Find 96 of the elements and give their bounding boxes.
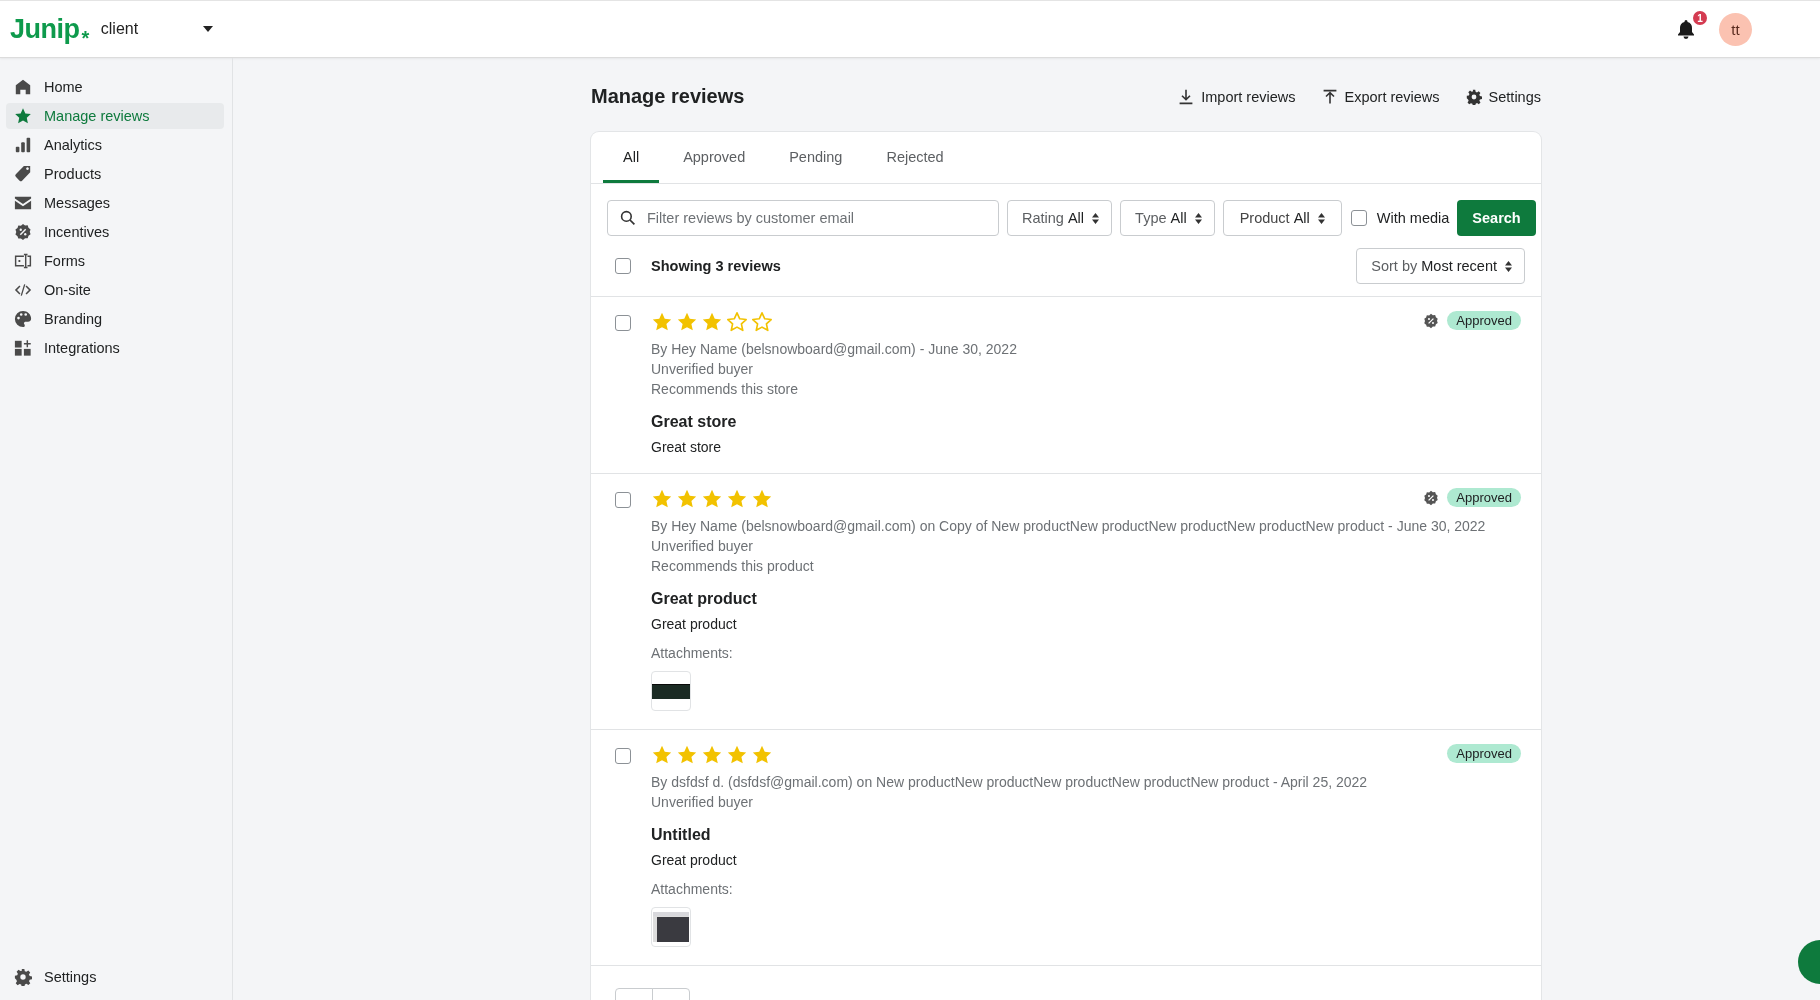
star-icon: [701, 744, 723, 766]
review-byline: By dsfdsf d. (dsfdsf@gmail.com) on New productNew productNew productNew productNew product - April 25, 2022: [651, 773, 1369, 792]
page-title: Manage reviews: [591, 85, 745, 108]
checkbox[interactable]: [1350, 210, 1367, 226]
status-badge: Approved: [1447, 744, 1521, 763]
junip-logo[interactable]: Junip*: [10, 13, 89, 45]
sort-arrows-icon: [1505, 260, 1512, 272]
settings-button[interactable]: Settings: [1465, 88, 1541, 105]
search-field[interactable]: Filter reviews by customer email: [607, 200, 999, 236]
star-icon: [751, 488, 773, 510]
buyer-status: Unverified buyer: [651, 537, 754, 556]
sidebar-item[interactable]: Forms: [6, 248, 224, 274]
sort-arrows-icon: [1194, 212, 1202, 224]
filter-tab[interactable]: All: [603, 132, 660, 183]
tag-icon: [14, 165, 32, 183]
review-title: Great product: [651, 590, 758, 608]
notifications-button[interactable]: [1675, 17, 1697, 41]
buyer-status: Unverified buyer: [651, 793, 754, 812]
attachments-label: Attachments:: [651, 645, 734, 661]
upload-icon: [1321, 88, 1338, 105]
sidebar-item[interactable]: Messages: [6, 190, 224, 216]
attachments-label: Attachments:: [651, 881, 734, 897]
home-icon: [14, 78, 32, 96]
sidebar-item[interactable]: Incentives: [6, 219, 224, 245]
form-icon: [14, 252, 32, 270]
star-icon: [651, 488, 673, 510]
settings-icon: [14, 968, 32, 986]
caret-icon: [202, 26, 213, 32]
star-icon: [651, 744, 673, 766]
sidebar-item[interactable]: Products: [6, 161, 224, 187]
export-button[interactable]: Export reviews: [1321, 88, 1440, 105]
star-icon: [701, 311, 723, 333]
filter-tab[interactable]: Pending: [769, 132, 863, 183]
search-button[interactable]: Search: [1457, 200, 1536, 236]
select-all-checkbox[interactable]: [615, 258, 631, 274]
percent-icon: [14, 223, 32, 241]
image-placeholder: [652, 683, 690, 699]
store-switcher[interactable]: client: [96, 20, 217, 38]
buyer-status: Unverified buyer: [651, 360, 754, 379]
sidebar-item[interactable]: Integrations: [6, 335, 224, 361]
sidebar-item[interactable]: Branding: [6, 306, 224, 332]
attachment-thumbnail[interactable]: [651, 671, 691, 711]
user-avatar[interactable]: tt: [1719, 12, 1752, 46]
review-title: Untitled: [651, 826, 712, 844]
attachment-thumbnail[interactable]: [651, 907, 691, 947]
settings-icon: [1465, 88, 1482, 105]
image-placeholder: [653, 912, 689, 942]
checkbox-label: With media: [1376, 210, 1450, 226]
status-badge: Approved: [1447, 311, 1521, 330]
review-checkbox[interactable]: [615, 492, 631, 508]
recommendation-text: Recommends this store: [651, 380, 800, 399]
star-icon: [676, 311, 698, 333]
palette-icon: [14, 310, 32, 328]
review-checkbox[interactable]: [615, 748, 631, 764]
review-byline: By Hey Name (belsnowboard@gmail.com) - June 30, 2022: [651, 340, 1018, 359]
notification-count-badge: 1: [1693, 11, 1707, 25]
review-text: Great store: [651, 439, 723, 455]
search-icon: [620, 210, 636, 226]
star-icon: [726, 744, 748, 766]
sort-select[interactable]: Sort by Most recent: [1356, 248, 1525, 284]
filter-select[interactable]: Rating All: [1007, 200, 1113, 236]
star-icon: [701, 488, 723, 510]
status-badge: Approved: [1447, 488, 1521, 507]
review-text: Great product: [651, 852, 738, 868]
star-icon: [751, 744, 773, 766]
star-icon: [676, 744, 698, 766]
filter-tab[interactable]: Approved: [663, 132, 766, 183]
code-icon: [14, 281, 32, 299]
recommendation-text: Recommends this product: [651, 557, 815, 576]
sidebar-item[interactable]: On-site: [6, 277, 224, 303]
review-title: Great store: [651, 413, 738, 431]
star-icon: [676, 488, 698, 510]
star-icon: [751, 311, 773, 333]
star-icon: [726, 311, 748, 333]
filter-select[interactable]: Type All: [1120, 200, 1215, 236]
sidebar-item[interactable]: Home: [6, 74, 224, 100]
mail-icon: [14, 194, 32, 212]
star-icon: [14, 107, 32, 125]
bell-icon: [1677, 19, 1695, 39]
review-byline: By Hey Name (belsnowboard@gmail.com) on Copy of New productNew productNew productNew productNew product - June 30, 2022: [651, 517, 1487, 536]
review-checkbox[interactable]: [615, 315, 631, 331]
download-icon: [1178, 88, 1195, 105]
sort-arrows-icon: [1092, 212, 1100, 224]
review-text: Great product: [651, 616, 738, 632]
grid-icon: [14, 339, 32, 357]
filter-tab[interactable]: Rejected: [866, 132, 964, 183]
settings-nav-item[interactable]: Settings: [6, 964, 224, 990]
filter-select[interactable]: Product All: [1222, 200, 1342, 236]
star-icon: [651, 311, 673, 333]
sort-arrows-icon: [1317, 212, 1325, 224]
sidebar-item[interactable]: Analytics: [6, 132, 224, 158]
star-icon: [726, 488, 748, 510]
import-button[interactable]: Import reviews: [1178, 88, 1296, 105]
sidebar-item[interactable]: Manage reviews: [6, 103, 224, 129]
review-count: Showing 3 reviews: [651, 258, 781, 274]
bars-icon: [14, 136, 32, 154]
